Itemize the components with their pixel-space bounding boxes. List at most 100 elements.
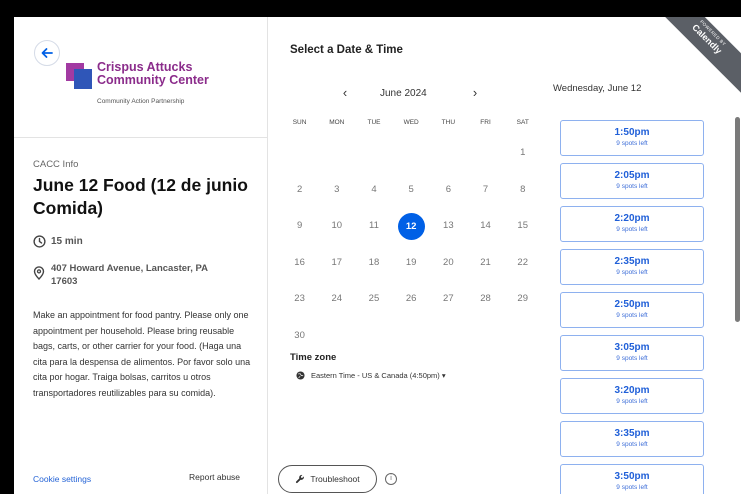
calendar-weeks: 1 2 3 4 5 6 7 8 9 10 11 12 13 14 15 16 17 18 19 20 21 22 23 24 2… bbox=[281, 135, 535, 354]
time-slot-list: 1:50pm 9 spots left 2:05pm 9 spots left 2:20… bbox=[560, 120, 705, 494]
info-icon[interactable]: i bbox=[385, 473, 397, 485]
day-of-week-label: SAT bbox=[516, 119, 529, 126]
calendar-day: 5 bbox=[408, 183, 414, 195]
calendar-day: 22 bbox=[517, 256, 528, 268]
time-slot-availability: 9 spots left bbox=[616, 183, 648, 190]
calendar-week: 23 24 25 26 27 28 29 bbox=[281, 281, 535, 318]
month-navigation: ‹ June 2024 › bbox=[328, 85, 488, 101]
calendar-week: 1 bbox=[281, 135, 535, 172]
time-slot-availability: 9 spots left bbox=[616, 355, 648, 362]
location-line-1: 407 Howard Avenue, Lancaster, PA bbox=[51, 263, 208, 274]
time-slot-button[interactable]: 3:50pm 9 spots left bbox=[560, 464, 704, 494]
days-of-week: SUN MON TUE WED THU FRI SAT bbox=[281, 119, 535, 131]
time-slot-availability: 9 spots left bbox=[616, 484, 648, 491]
calendar-week: 16 17 18 19 20 21 22 bbox=[281, 245, 535, 282]
calendar-day: 24 bbox=[331, 293, 343, 305]
calendar-day: 15 bbox=[517, 220, 528, 232]
duration-row: 15 min bbox=[33, 235, 83, 248]
wrench-icon bbox=[296, 474, 305, 484]
booking-page: Crispus Attucks Community Center Communi… bbox=[14, 17, 741, 494]
time-slot-time: 3:05pm bbox=[614, 342, 650, 353]
cookie-settings-link[interactable]: Cookie settings bbox=[33, 474, 91, 484]
calendar-empty-cell bbox=[355, 323, 392, 349]
calendar-day: 1 bbox=[520, 147, 526, 159]
location-row: 407 Howard Avenue, Lancaster, PA 17603 bbox=[33, 262, 253, 288]
calendar-day: 17 bbox=[331, 256, 343, 268]
scrollbar[interactable] bbox=[735, 117, 740, 322]
calendar-empty-cell bbox=[318, 323, 355, 349]
calendar-week: 9 10 11 12 13 14 15 bbox=[281, 208, 535, 245]
time-slot-button[interactable]: 2:20pm 9 spots left bbox=[560, 206, 704, 242]
previous-month-button[interactable]: ‹ bbox=[338, 85, 352, 100]
event-details-panel: Crispus Attucks Community Center Communi… bbox=[14, 17, 268, 494]
location-line-2: 17603 bbox=[51, 276, 78, 287]
report-abuse-link[interactable]: Report abuse bbox=[189, 472, 240, 482]
calendar-day: 2 bbox=[296, 183, 303, 195]
logo-subtitle: Community Action Partnership bbox=[97, 98, 185, 105]
event-description: Make an appointment for food pantry. Ple… bbox=[33, 310, 251, 398]
calendar-day: 14 bbox=[480, 220, 491, 232]
time-slot-button[interactable]: 2:35pm 9 spots left bbox=[560, 249, 704, 285]
time-slot-time: 3:20pm bbox=[614, 385, 650, 396]
clock-icon bbox=[33, 235, 46, 248]
timezone-value: Eastern Time - US & Canada (4:50pm) ▾ bbox=[311, 371, 446, 380]
calendar-day-selected[interactable]: 12 bbox=[397, 212, 425, 240]
day-of-week-label: FRI bbox=[480, 119, 491, 126]
troubleshoot-button[interactable]: Troubleshoot bbox=[278, 465, 377, 493]
calendar-empty-cell bbox=[430, 140, 467, 166]
divider bbox=[14, 137, 267, 138]
calendar-day: 13 bbox=[443, 220, 454, 232]
calendar-empty-cell bbox=[355, 140, 392, 166]
time-slot-availability: 9 spots left bbox=[616, 226, 648, 233]
time-slot-time: 3:50pm bbox=[614, 471, 650, 482]
calendar-day: 7 bbox=[482, 183, 489, 195]
calendar-empty-cell bbox=[467, 323, 504, 349]
back-button[interactable] bbox=[34, 40, 60, 66]
time-slot-time: 3:35pm bbox=[614, 428, 650, 439]
time-slot-time: 2:20pm bbox=[614, 213, 650, 224]
day-of-week-label: SUN bbox=[292, 119, 307, 126]
day-of-week-label: THU bbox=[441, 119, 456, 126]
time-slot-availability: 9 spots left bbox=[616, 269, 648, 276]
logo-line-2: Community Center bbox=[97, 73, 209, 87]
time-slot-button[interactable]: 3:20pm 9 spots left bbox=[560, 378, 704, 414]
calendar-day: 27 bbox=[443, 293, 454, 305]
timezone-title: Time zone bbox=[290, 352, 337, 363]
time-slot-time: 1:50pm bbox=[614, 127, 650, 138]
timezone-selector[interactable]: Eastern Time - US & Canada (4:50pm) ▾ bbox=[296, 371, 446, 380]
time-slot-button[interactable]: 2:50pm 9 spots left bbox=[560, 292, 704, 328]
time-slot-button[interactable]: 3:35pm 9 spots left bbox=[560, 421, 704, 457]
time-slot-button[interactable]: 1:50pm 9 spots left bbox=[560, 120, 704, 156]
selected-date-heading: Wednesday, June 12 bbox=[553, 83, 642, 94]
time-slot-button[interactable]: 3:05pm 9 spots left bbox=[560, 335, 704, 371]
calendar: SUN MON TUE WED THU FRI SAT 1 2 3 4 5 6 7 8 9 10 1… bbox=[281, 119, 535, 354]
calendar-day: 6 bbox=[445, 183, 451, 195]
logo-mark bbox=[66, 63, 94, 89]
time-slot-availability: 9 spots left bbox=[616, 140, 648, 147]
calendar-empty-cell bbox=[467, 140, 504, 166]
calendar-day: 18 bbox=[368, 256, 380, 268]
time-slot-availability: 9 spots left bbox=[616, 441, 648, 448]
calendar-day: 9 bbox=[296, 220, 303, 232]
calendar-day: 20 bbox=[443, 256, 454, 268]
next-month-button[interactable]: › bbox=[468, 85, 482, 100]
scheduler-panel: Select a Date & Time ‹ June 2024 › SUN M… bbox=[268, 17, 741, 494]
event-title: June 12 Food (12 de junio Comida) bbox=[33, 175, 248, 218]
section-title: Select a Date & Time bbox=[290, 44, 403, 56]
calendar-empty-cell bbox=[281, 140, 318, 166]
calendar-day: 29 bbox=[517, 293, 528, 305]
time-slot-time: 2:35pm bbox=[614, 256, 650, 267]
time-slot-time: 2:50pm bbox=[614, 299, 650, 310]
calendar-week: 30 bbox=[281, 318, 535, 355]
map-pin-icon bbox=[33, 266, 45, 280]
calendar-empty-cell bbox=[393, 323, 430, 349]
time-slot-availability: 9 spots left bbox=[616, 312, 648, 319]
time-slot-button[interactable]: 2:05pm 9 spots left bbox=[560, 163, 704, 199]
troubleshoot-label: Troubleshoot bbox=[310, 474, 360, 484]
calendar-day: 28 bbox=[480, 293, 491, 305]
location-text: 407 Howard Avenue, Lancaster, PA 17603 bbox=[51, 262, 208, 288]
time-slot-availability: 9 spots left bbox=[616, 398, 648, 405]
organization-logo: Crispus Attucks Community Center Communi… bbox=[64, 59, 234, 111]
day-of-week-label: WED bbox=[403, 119, 419, 126]
calendar-day: 23 bbox=[294, 293, 305, 305]
